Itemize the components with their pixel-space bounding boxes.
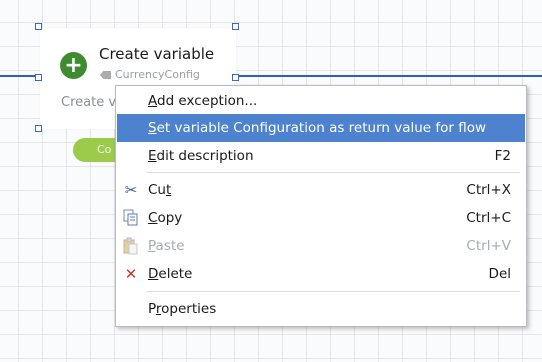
node-tag-label: CurrencyConfig [115,68,200,81]
selection-handle-mid-left[interactable] [35,74,42,81]
menu-separator [146,172,520,173]
node-tag: CurrencyConfig [100,68,200,81]
paste-icon [122,237,140,255]
menu-item-label: Properties [148,301,217,317]
context-menu: Add exception... Set variable Configurat… [115,85,527,327]
tag-icon [100,71,111,79]
menu-item-label: Paste [148,238,185,254]
copy-icon [122,209,140,227]
selection-handle-top-left[interactable] [35,23,42,30]
menu-item-shortcut: F2 [494,148,511,164]
menu-item-label: Cut [148,182,172,198]
scissors-icon: ✂ [124,181,138,199]
selection-handle-top-right[interactable] [232,23,239,30]
menu-item-set-return-value[interactable]: Set variable Configuration as return val… [117,114,525,142]
menu-item-shortcut: Ctrl+X [466,182,511,198]
node-title: Create variable [99,45,215,63]
menu-item-label: Add exception... [148,93,258,109]
menu-item-shortcut: Del [488,266,511,282]
menu-item-label: Set variable Configuration as return val… [148,120,487,136]
menu-item-copy[interactable]: Copy Ctrl+C [117,204,525,232]
selection-handle-bottom-left[interactable] [35,125,42,132]
menu-item-edit-description[interactable]: Edit description F2 [117,142,525,170]
menu-item-paste[interactable]: Paste Ctrl+V [117,232,525,260]
menu-item-shortcut: Ctrl+C [466,210,511,226]
add-variable-icon: + [60,52,87,79]
menu-item-label: Delete [148,266,193,282]
selection-handle-mid-right[interactable] [232,74,239,81]
menu-item-properties[interactable]: Properties [117,295,525,323]
menu-item-add-exception[interactable]: Add exception... [117,87,525,115]
menu-item-delete[interactable]: ✕ Delete Del [117,260,525,288]
node-description: Create v [61,95,117,110]
menu-item-shortcut: Ctrl+V [466,238,511,254]
menu-item-label: Copy [148,210,183,226]
delete-icon: ✕ [124,265,138,283]
menu-separator [146,291,520,292]
menu-item-cut[interactable]: ✂ Cut Ctrl+X [117,176,525,204]
menu-item-label: Edit description [148,148,254,164]
